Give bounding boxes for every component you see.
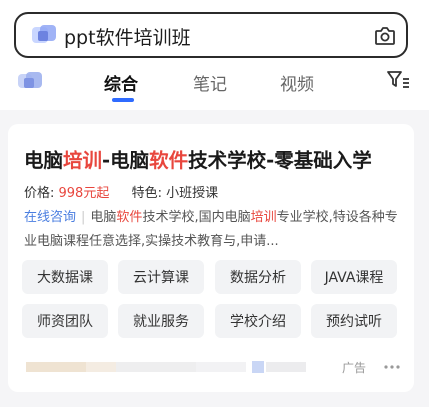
ad-meta: 价格: 998元起 特色: 小班授课 <box>24 182 218 201</box>
ad-description: 在线咨询 | 电脑软件技术学校,国内电脑培训专业学校,特设各种专业电脑课程任意选择,… <box>24 206 404 254</box>
highlighted-keyword: 软件 <box>149 149 189 172</box>
text-segment: -电脑 <box>102 149 150 172</box>
camera-icon[interactable] <box>373 24 397 48</box>
ad-title[interactable]: 电脑培训-电脑软件技术学校-零基础入学 <box>24 144 410 173</box>
ad-result-card[interactable]: 电脑培训-电脑软件技术学校-零基础入学 价格: 998元起 特色: 小班授课 在… <box>8 124 414 392</box>
tag-chip[interactable]: 学校介绍 <box>215 304 301 338</box>
search-bar[interactable]: ppt软件培训班 <box>14 12 408 58</box>
tag-chip[interactable]: 就业服务 <box>118 304 204 338</box>
search-header: ppt软件培训班 综合 笔记 视频 <box>0 0 429 110</box>
ad-label: 广告 <box>342 361 367 375</box>
filter-icon[interactable] <box>386 69 410 91</box>
tab-notes[interactable]: 笔记 <box>193 70 227 95</box>
tab-video[interactable]: 视频 <box>280 70 314 95</box>
tag-chip[interactable]: 大数据课 <box>22 260 108 294</box>
feature-label: 特色: <box>131 186 167 201</box>
more-dots-icon[interactable] <box>384 364 400 370</box>
tab-comprehensive[interactable]: 综合 <box>104 70 138 95</box>
highlighted-keyword: 软件 <box>116 210 143 225</box>
app-logo-icon <box>32 25 56 43</box>
tag-chip[interactable]: 师资团队 <box>22 304 108 338</box>
price-value: 998元起 <box>58 186 110 201</box>
active-tab-indicator <box>112 98 134 102</box>
tag-chip[interactable]: 预约试听 <box>311 304 397 338</box>
channel-avatar-icon[interactable] <box>18 70 44 92</box>
tag-chip[interactable]: 云计算课 <box>118 260 204 294</box>
highlighted-keyword: 培训 <box>63 149 103 172</box>
text-segment: 技术学校-零基础入学 <box>188 149 372 172</box>
text-segment: 技术学校,国内电脑 <box>142 210 251 225</box>
consult-link[interactable]: 在线咨询 <box>24 210 76 225</box>
tab-bar: 综合 笔记 视频 <box>0 62 429 106</box>
divider: | <box>81 210 86 225</box>
text-segment: 电脑 <box>90 210 117 225</box>
advertiser-blurred-info <box>26 361 306 373</box>
text-segment: 电脑 <box>24 149 64 172</box>
price-label: 价格: <box>24 186 59 201</box>
search-input[interactable]: ppt软件培训班 <box>64 23 191 50</box>
feature-value: 小班授课 <box>166 186 219 201</box>
tag-chip[interactable]: 数据分析 <box>215 260 301 294</box>
highlighted-keyword: 培训 <box>250 210 277 225</box>
tag-chip[interactable]: JAVA课程 <box>311 260 397 294</box>
